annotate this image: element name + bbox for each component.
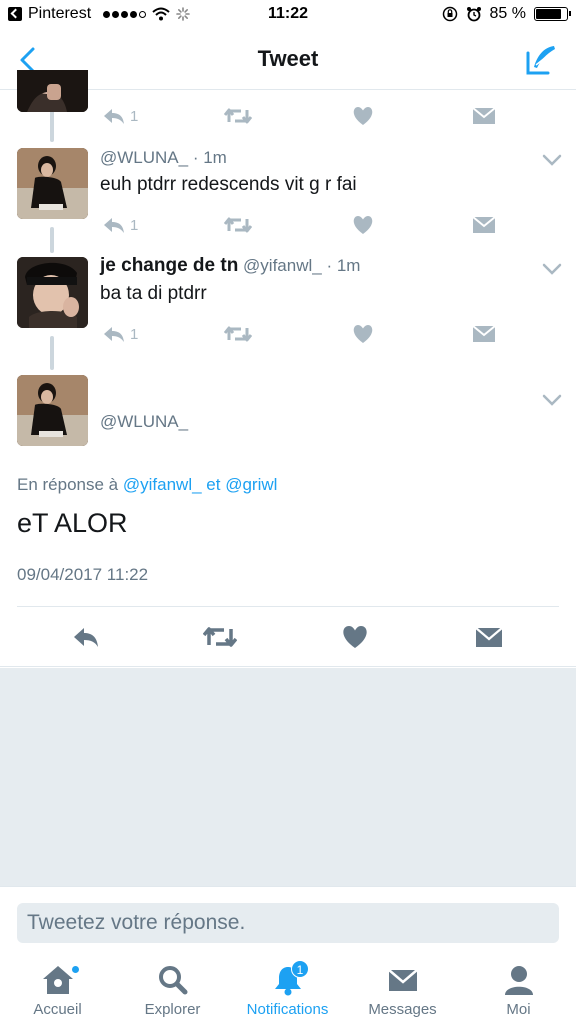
heart-icon	[353, 325, 373, 343]
tweet-handle[interactable]: @yifanwl_	[243, 256, 322, 275]
reply-context: En réponse à @yifanwl_ et @griwl	[17, 475, 277, 495]
rotation-lock-icon	[442, 6, 457, 22]
retweet-action[interactable]	[224, 322, 252, 346]
direct-message-action[interactable]	[472, 322, 496, 346]
reply-bar	[0, 886, 576, 954]
avatar[interactable]	[17, 375, 88, 446]
tab-label: Moi	[506, 1001, 531, 1018]
like-action[interactable]	[352, 322, 374, 346]
main-tweet-text: eT ALOR	[17, 508, 128, 538]
reply-and[interactable]: et	[206, 475, 220, 494]
new-content-dot	[72, 966, 79, 973]
tab-explore[interactable]: Explorer	[115, 954, 230, 1024]
main-tweet-actions	[0, 607, 576, 667]
tab-notifications[interactable]: 1 Notifications	[230, 954, 345, 1024]
reply-icon	[104, 327, 124, 342]
like-action[interactable]	[352, 213, 374, 237]
tab-label: Notifications	[246, 1001, 329, 1018]
retweet-icon	[224, 326, 252, 342]
reply-action[interactable]: 1	[102, 213, 138, 237]
avatar[interactable]	[17, 70, 88, 112]
tweet-actions: 1	[100, 213, 520, 237]
battery-icon	[534, 7, 571, 21]
reply-input[interactable]	[17, 903, 559, 943]
reply-user-link[interactable]: @griwl	[225, 475, 277, 494]
reply-count: 1	[130, 216, 139, 234]
reply-action[interactable]: 1	[102, 104, 138, 128]
chevron-down-icon[interactable]	[541, 262, 563, 276]
heart-icon	[353, 107, 373, 125]
tweet-timestamp: 09/04/2017 11:22	[17, 565, 149, 584]
envelope-icon	[472, 216, 496, 233]
heart-icon	[353, 216, 373, 234]
status-bar-right: 85 %	[442, 5, 571, 23]
tweet-text: ba ta di ptdrr	[100, 283, 207, 304]
page-title: Tweet	[257, 46, 319, 71]
tweet-actions: 1	[100, 322, 520, 346]
retweet-icon	[224, 217, 252, 233]
like-action[interactable]	[352, 104, 374, 128]
envelope-icon	[472, 107, 496, 124]
tweet-handle[interactable]: @WLUNA_	[100, 148, 188, 167]
tab-home[interactable]: Accueil	[0, 954, 115, 1024]
reply-icon	[104, 218, 124, 233]
chevron-down-icon[interactable]	[541, 153, 563, 167]
direct-message-action[interactable]	[472, 213, 496, 237]
retweet-icon	[224, 108, 252, 124]
tab-label: Messages	[368, 1001, 437, 1018]
avatar[interactable]	[17, 257, 88, 328]
envelope-icon	[472, 325, 496, 342]
thread-connector	[50, 227, 54, 253]
main-tweet-handle[interactable]: @WLUNA_	[100, 412, 188, 432]
tab-label: Explorer	[144, 1001, 201, 1018]
tab-label: Accueil	[33, 1001, 82, 1018]
tweet-time: · 1m	[192, 148, 227, 167]
reply-icon	[104, 109, 124, 124]
reply-user-link[interactable]: @yifanwl_	[123, 475, 202, 494]
chevron-down-icon[interactable]	[541, 393, 563, 407]
reply-action[interactable]: 1	[102, 322, 138, 346]
search-icon	[158, 966, 187, 995]
tweet-header: je change de tn @yifanwl_ · 1m	[100, 255, 360, 277]
avatar[interactable]	[17, 148, 88, 219]
person-icon	[504, 966, 533, 995]
envelope-icon	[387, 969, 418, 991]
home-icon	[42, 966, 73, 994]
reply-prefix: En réponse à	[17, 475, 119, 494]
reply-count: 1	[130, 107, 139, 125]
tweet-text: euh ptdrr redescends vit g r fai	[100, 174, 357, 195]
direct-message-action[interactable]	[472, 104, 496, 128]
tab-profile[interactable]: Moi	[461, 954, 576, 1024]
tweet-author-name[interactable]: je change de tn	[100, 255, 238, 276]
tab-messages[interactable]: Messages	[345, 954, 460, 1024]
retweet-action[interactable]	[224, 213, 252, 237]
empty-area	[0, 668, 576, 886]
heart-icon[interactable]	[341, 623, 369, 651]
tweet-header: @WLUNA_ · 1m	[100, 148, 227, 168]
retweet-action[interactable]	[224, 104, 252, 128]
status-bar: Pinterest 11:22 85 %	[0, 0, 576, 30]
notification-badge: 1	[291, 960, 309, 978]
retweet-icon[interactable]	[203, 623, 237, 651]
battery-percent: 85 %	[489, 5, 526, 22]
reply-count: 1	[130, 325, 139, 343]
thread-connector	[50, 336, 54, 370]
alarm-icon	[466, 7, 481, 22]
tweet-time: · 1m	[326, 256, 361, 275]
reply-icon[interactable]	[72, 623, 100, 651]
tweet-actions: 1	[100, 104, 520, 128]
envelope-icon[interactable]	[475, 623, 503, 651]
tab-bar: Accueil Explorer 1 Notifications Message…	[0, 954, 576, 1024]
compose-tweet-icon[interactable]	[524, 43, 558, 77]
